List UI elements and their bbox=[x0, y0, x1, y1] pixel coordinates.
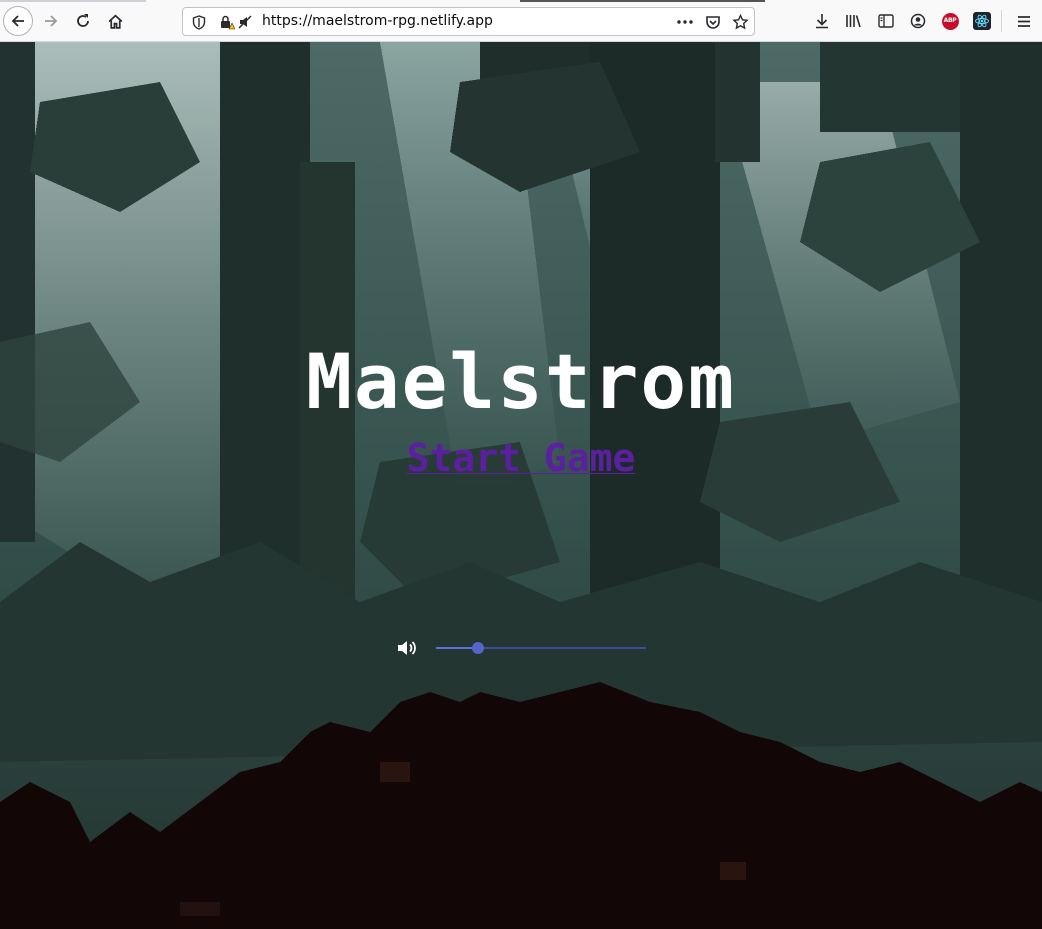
game-title: Maelstrom bbox=[306, 337, 736, 426]
insecure-lock-warning-icon[interactable] bbox=[218, 13, 236, 31]
adblock-plus-icon: ABP bbox=[941, 12, 959, 30]
sidebar-icon bbox=[878, 14, 894, 28]
react-devtools-icon bbox=[973, 12, 991, 30]
sidebar-button[interactable] bbox=[872, 7, 900, 35]
adblock-plus-button[interactable]: ABP bbox=[936, 7, 964, 35]
forward-arrow-icon bbox=[45, 15, 58, 27]
url-text[interactable]: https://maelstrom-rpg.netlify.app bbox=[262, 8, 493, 35]
forest-background bbox=[0, 42, 1042, 929]
pocket-icon[interactable] bbox=[704, 13, 722, 31]
account-icon bbox=[910, 13, 926, 29]
forward-button[interactable] bbox=[37, 7, 65, 35]
back-arrow-icon bbox=[11, 15, 24, 27]
bookmark-star-icon[interactable] bbox=[731, 13, 749, 31]
volume-slider-thumb[interactable] bbox=[472, 642, 484, 654]
reload-button[interactable] bbox=[69, 7, 97, 35]
library-button[interactable] bbox=[840, 7, 868, 35]
home-button[interactable] bbox=[101, 7, 129, 35]
menu-button[interactable] bbox=[1010, 7, 1038, 35]
autoplay-blocked-icon[interactable] bbox=[236, 13, 254, 31]
speaker-icon[interactable] bbox=[396, 638, 418, 658]
react-devtools-button[interactable] bbox=[968, 7, 996, 35]
more-dots-icon[interactable] bbox=[676, 13, 694, 31]
tab-strip-edge bbox=[0, 0, 146, 2]
start-game-link[interactable]: Start Game bbox=[407, 436, 636, 480]
volume-slider[interactable] bbox=[436, 642, 646, 654]
hamburger-menu-icon bbox=[1018, 15, 1030, 27]
game-viewport: Maelstrom Start Game bbox=[0, 42, 1042, 929]
browser-toolbar: https://maelstrom-rpg.netlify.app ABP bbox=[0, 0, 1042, 42]
url-bar[interactable]: https://maelstrom-rpg.netlify.app bbox=[182, 7, 755, 36]
toolbar-separator bbox=[1001, 10, 1002, 32]
library-icon bbox=[846, 15, 861, 28]
back-button[interactable] bbox=[3, 6, 33, 36]
reload-icon bbox=[77, 14, 89, 27]
account-button[interactable] bbox=[904, 7, 932, 35]
shield-icon[interactable] bbox=[190, 13, 208, 31]
volume-control bbox=[396, 636, 656, 660]
download-button[interactable] bbox=[808, 7, 836, 35]
active-tab-edge bbox=[520, 0, 765, 2]
download-icon bbox=[816, 14, 828, 29]
home-icon bbox=[108, 14, 122, 29]
